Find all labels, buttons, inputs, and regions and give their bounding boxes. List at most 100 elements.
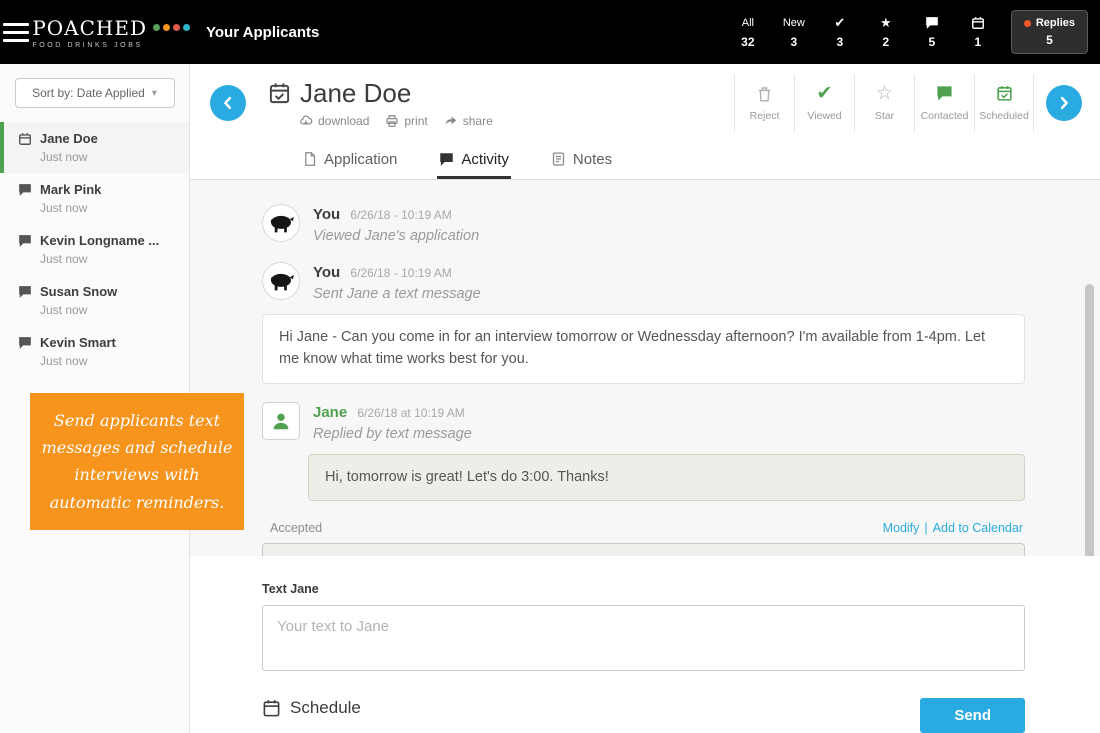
applicant-row-kevin-longname[interactable]: Kevin Longname ... Just now: [0, 224, 189, 275]
chat-icon: [18, 335, 33, 350]
entry-author: Jane: [313, 403, 348, 421]
note-icon: [551, 151, 566, 167]
tab-activity[interactable]: Activity: [437, 142, 511, 180]
prev-applicant-button[interactable]: [210, 84, 246, 121]
star-outline-icon: ☆: [875, 83, 894, 105]
hamburger-icon: [3, 22, 30, 26]
activity-entry: Jane 6/26/18 at 10:19 AM Replied by text…: [262, 401, 1025, 502]
topbar-left: POACHED FOOD DRINKS JOBS: [0, 0, 190, 64]
print-link[interactable]: print: [385, 114, 428, 128]
link-separator: |: [924, 521, 928, 536]
next-applicant-button[interactable]: [1046, 84, 1082, 121]
app: POACHED FOOD DRINKS JOBS Your Applicants…: [0, 0, 1100, 733]
star-icon: ★: [880, 14, 892, 30]
chevron-down-icon: ▾: [151, 87, 157, 99]
appointment-status: Accepted: [270, 521, 323, 536]
filter-replies[interactable]: Replies 5: [1010, 10, 1088, 54]
viewed-button[interactable]: ✔ Viewed: [794, 73, 854, 132]
entry-action: Sent Jane a text message: [313, 286, 481, 303]
brand-logo[interactable]: POACHED FOOD DRINKS JOBS: [32, 16, 190, 49]
detail-tabs: Application Activity Notes: [190, 142, 1100, 181]
cloud-download-icon: [299, 114, 313, 128]
applicant-row-jane-doe[interactable]: Jane Doe Just now: [0, 122, 189, 173]
chevron-right-icon: [1060, 96, 1068, 110]
activity-entry: You 6/26/18 - 10:19 AM Sent Jane a text …: [262, 262, 1025, 384]
tab-application[interactable]: Application: [300, 142, 399, 179]
applicant-actions: Reject ✔ Viewed ☆ Star Contacted Schedul…: [734, 73, 1034, 132]
compose-label: Text Jane: [262, 582, 319, 596]
calendar-icon: [262, 699, 281, 718]
reject-button[interactable]: Reject: [734, 73, 794, 132]
tab-notes[interactable]: Notes: [549, 142, 614, 179]
modify-link[interactable]: Modify: [883, 521, 920, 535]
filter-new[interactable]: New 3: [773, 11, 815, 53]
contacted-button[interactable]: Contacted: [914, 73, 974, 132]
reply-message-bubble: Hi, tomorrow is great! Let's do 3:00. Th…: [308, 453, 1025, 502]
boar-logo-icon: [270, 215, 294, 233]
document-icon: [302, 151, 317, 167]
chat-icon: [18, 182, 33, 197]
avatar: [262, 401, 300, 440]
printer-icon: [385, 114, 399, 128]
entry-time: 6/26/18 - 10:19 AM: [350, 208, 452, 223]
replies-label: Replies: [1035, 17, 1075, 29]
page-title: Your Applicants: [206, 23, 320, 41]
boar-logo-icon: [270, 273, 294, 291]
activity-entry: You 6/26/18 - 10:19 AM Viewed Jane's app…: [262, 204, 1025, 244]
scrollbar[interactable]: [1085, 284, 1094, 556]
entry-action: Viewed Jane's application: [313, 228, 480, 245]
brand-dots: [153, 24, 190, 31]
schedule-button[interactable]: Schedule: [262, 698, 361, 718]
trash-icon: [756, 84, 773, 104]
chevron-left-icon: [224, 96, 232, 110]
scheduled-button[interactable]: Scheduled: [974, 73, 1034, 132]
chat-icon: [439, 152, 454, 167]
chat-icon: [936, 84, 953, 104]
sort-dropdown[interactable]: Sort by: Date Applied ▾: [14, 78, 175, 108]
appointment-card: Tomorrow 6/27/2018 at 3:00 PM 120 NE Rus…: [262, 543, 1025, 556]
text-message-input[interactable]: [262, 605, 1025, 671]
entry-action: Replied by text message: [313, 425, 472, 442]
person-icon: [273, 413, 289, 429]
applicant-header: Jane Doe download print share Reject ✔ V…: [190, 64, 1100, 142]
chat-icon: [18, 233, 33, 248]
calendar-icon: [971, 15, 985, 30]
applicant-name: Jane Doe: [300, 77, 412, 108]
filter-scheduled[interactable]: 1: [957, 11, 999, 53]
avatar: [262, 204, 300, 243]
share-arrow-icon: [444, 114, 458, 128]
share-link[interactable]: share: [444, 114, 493, 128]
activity-feed: You 6/26/18 - 10:19 AM Viewed Jane's app…: [190, 180, 1100, 556]
filter-starred[interactable]: ★ 2: [865, 11, 907, 53]
calendar-check-icon: [996, 84, 1013, 104]
avatar: [262, 262, 300, 301]
main-panel: Jane Doe download print share Reject ✔ V…: [190, 64, 1100, 733]
applicant-row-kevin-smart[interactable]: Kevin Smart Just now: [0, 326, 189, 377]
star-button[interactable]: ☆ Star: [854, 73, 914, 132]
sent-message-bubble: Hi Jane - Can you come in for an intervi…: [262, 314, 1025, 384]
download-link[interactable]: download: [299, 114, 369, 128]
chat-icon: [925, 15, 939, 30]
menu-button[interactable]: [0, 0, 32, 64]
applicant-list: Jane Doe Just now Mark Pink Just now Kev…: [0, 122, 189, 377]
chat-icon: [18, 284, 33, 299]
check-icon: ✔: [834, 14, 846, 30]
filter-contacted[interactable]: 5: [911, 11, 953, 53]
add-to-calendar-link[interactable]: Add to Calendar: [933, 521, 1023, 535]
brand-name: POACHED: [32, 15, 147, 40]
applicant-row-susan-snow[interactable]: Susan Snow Just now: [0, 275, 189, 326]
topbar-filters: All 32 New 3 ✔ 3 ★ 2 5 1 Replies 5: [727, 10, 1100, 54]
entry-author: You: [313, 206, 341, 224]
applicant-row-mark-pink[interactable]: Mark Pink Just now: [0, 173, 189, 224]
entry-time: 6/26/18 - 10:19 AM: [350, 266, 452, 281]
filter-all[interactable]: All 32: [727, 11, 769, 53]
filter-viewed[interactable]: ✔ 3: [819, 11, 861, 53]
check-icon: ✔: [816, 83, 833, 105]
entry-author: You: [313, 264, 341, 282]
topbar: POACHED FOOD DRINKS JOBS Your Applicants…: [0, 0, 1100, 64]
send-button[interactable]: Send: [920, 698, 1025, 733]
replies-dot-icon: [1023, 19, 1031, 27]
calendar-icon: [18, 131, 33, 146]
brand-tagline: FOOD DRINKS JOBS: [32, 41, 143, 49]
calendar-check-icon: [268, 82, 291, 105]
